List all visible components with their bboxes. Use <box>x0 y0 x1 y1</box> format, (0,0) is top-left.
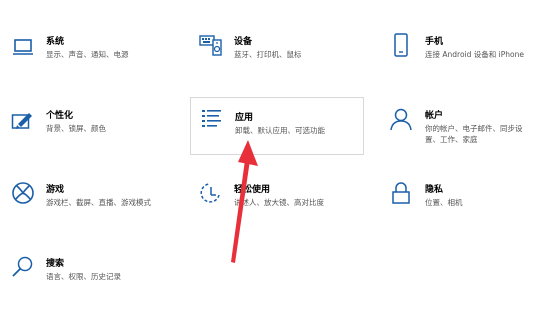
tile-desc: 连接 Android 设备和 iPhone <box>425 50 524 59</box>
tile-desc: 游戏栏、截屏、直播、游戏模式 <box>46 198 151 207</box>
xbox-icon <box>10 180 36 206</box>
tile-ease-of-access[interactable]: 轻松使用 讲述人、放大镜、高对比度 <box>194 178 364 218</box>
tile-desc: 卸载、默认应用、可选功能 <box>235 126 325 135</box>
tile-desc: 置、工作、家庭 <box>425 135 478 144</box>
tile-desc: 你的帐户、电子邮件、同步设 <box>425 124 523 133</box>
ease-of-access-icon <box>198 180 224 206</box>
tile-system[interactable]: 系统 显示、声音、通知、电源 <box>8 30 178 70</box>
tile-accounts[interactable]: 帐户 你的帐户、电子邮件、同步设 置、工作、家庭 <box>388 104 543 152</box>
tile-desc: 蓝牙、打印机、鼠标 <box>234 50 302 59</box>
personalization-brush-icon <box>10 108 36 134</box>
tile-apps[interactable]: 应用 卸载、默认应用、可选功能 <box>190 97 364 155</box>
tile-desc: 位置、相机 <box>425 198 463 207</box>
tile-privacy[interactable]: 隐私 位置、相机 <box>388 178 543 218</box>
tile-title: 设备 <box>234 37 253 47</box>
tile-title: 系统 <box>46 37 65 47</box>
tile-devices[interactable]: 设备 蓝牙、打印机、鼠标 <box>194 30 364 70</box>
tile-gaming[interactable]: 游戏 游戏栏、截屏、直播、游戏模式 <box>8 178 178 218</box>
tile-desc: 语言、权限、历史记录 <box>46 272 121 281</box>
tile-desc: 背景、锁屏、颜色 <box>46 124 106 133</box>
tile-title: 游戏 <box>46 185 65 195</box>
tile-title: 帐户 <box>425 111 444 121</box>
tile-title: 轻松使用 <box>234 185 271 195</box>
phone-icon <box>388 32 414 58</box>
tile-personalization[interactable]: 个性化 背景、锁屏、颜色 <box>8 104 178 144</box>
tile-phone[interactable]: 手机 连接 Android 设备和 iPhone <box>388 30 543 70</box>
apps-list-icon <box>199 106 225 132</box>
tile-desc: 显示、声音、通知、电源 <box>46 50 129 59</box>
tile-search[interactable]: 搜索 语言、权限、历史记录 <box>8 252 178 292</box>
lock-icon <box>388 180 414 206</box>
laptop-icon <box>10 34 36 60</box>
tile-title: 手机 <box>425 37 444 47</box>
tile-title: 个性化 <box>46 111 74 121</box>
tile-title: 搜索 <box>46 259 65 269</box>
tile-title: 应用 <box>235 113 254 123</box>
tile-desc: 讲述人、放大镜、高对比度 <box>234 198 324 207</box>
tile-title: 隐私 <box>425 185 444 195</box>
keyboard-speaker-icon <box>198 32 224 58</box>
search-icon <box>10 254 36 280</box>
person-icon <box>388 106 414 132</box>
